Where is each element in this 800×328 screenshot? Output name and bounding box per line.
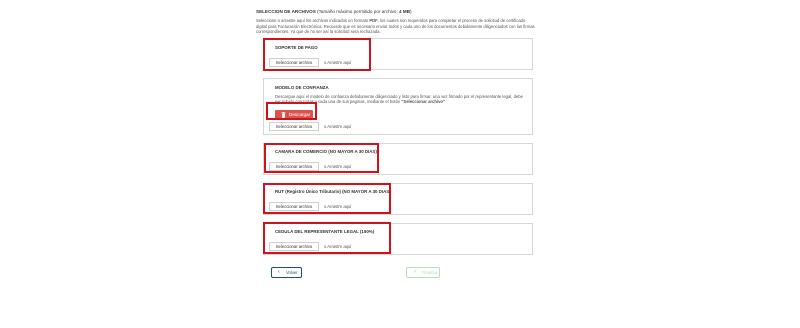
heading-size-value: 4 MB: [399, 9, 411, 14]
finish-label: Finalizar: [422, 270, 438, 275]
back-button[interactable]: ‹ Volver: [271, 267, 302, 278]
intro-part1: Seleccione o arrastre aquí los archivos …: [256, 18, 370, 23]
check-icon: ✓: [413, 269, 418, 275]
highlight-box: [263, 38, 371, 71]
back-label: Volver: [286, 270, 298, 275]
heading-size-note: (Tamaño máximo permitido por archivo:: [317, 9, 400, 14]
heading-size-close: ): [410, 9, 412, 14]
highlight-box: [264, 143, 379, 173]
chevron-left-icon: ‹: [278, 269, 280, 275]
select-file-button[interactable]: Seleccionar archivo: [269, 122, 319, 131]
intro-text: Seleccione o arrastre aquí los archivos …: [256, 18, 536, 35]
desc-bold: "Seleccionar archivo": [401, 99, 445, 105]
drop-hint[interactable]: o Arrastre aquí: [324, 122, 351, 131]
highlight-box: [263, 183, 391, 214]
finish-button[interactable]: ✓ Finalizar: [406, 267, 440, 278]
highlight-box: [263, 222, 391, 254]
section-heading: SELECCION DE ARCHIVOS (Tamaño máximo per…: [256, 9, 412, 14]
highlight-box: [266, 102, 317, 120]
heading-title: SELECCION DE ARCHIVOS: [256, 9, 316, 14]
intro-format: PDF: [369, 18, 378, 23]
card-title: MODELO DE CONFIANZA: [275, 85, 329, 90]
